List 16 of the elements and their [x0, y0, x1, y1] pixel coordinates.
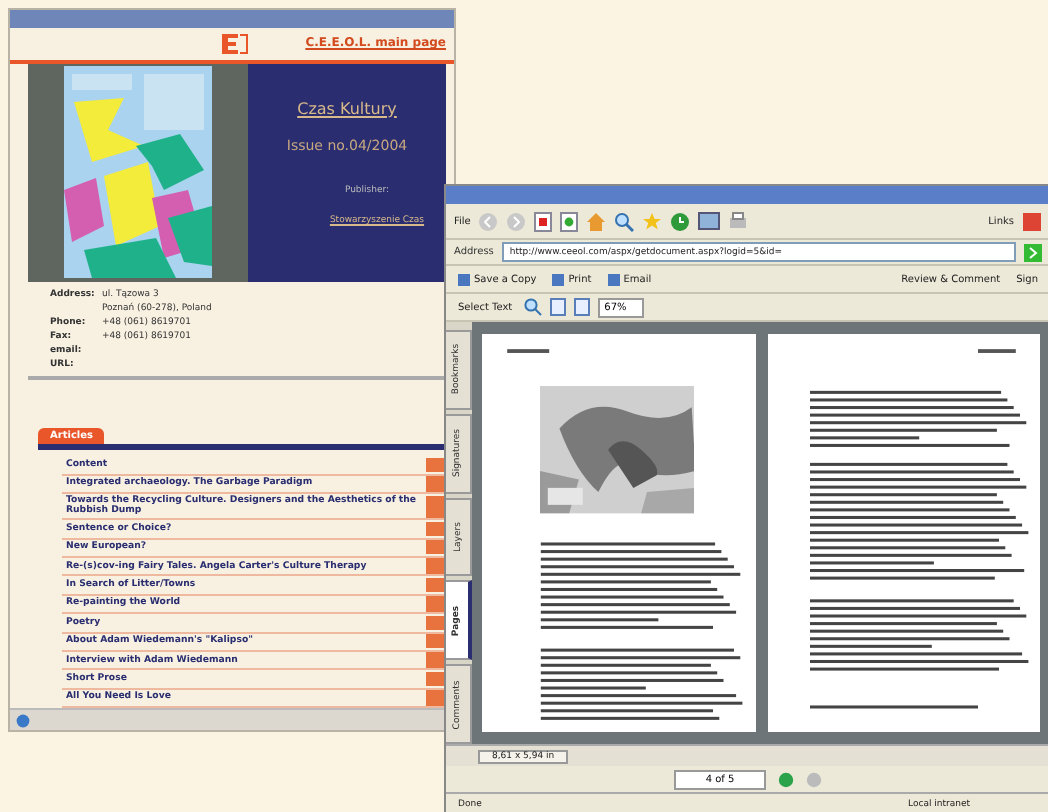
- stop-icon[interactable]: [534, 211, 553, 231]
- history-icon[interactable]: [670, 211, 691, 231]
- go-icon[interactable]: [1024, 243, 1042, 261]
- article-button[interactable]: [426, 495, 446, 518]
- logo-icon: [218, 31, 250, 56]
- print-icon[interactable]: [728, 211, 749, 231]
- home-icon[interactable]: [586, 211, 607, 231]
- forward-icon[interactable]: [506, 211, 527, 231]
- search-icon[interactable]: [614, 211, 635, 231]
- magazine-title: Czas Kultury: [297, 99, 397, 118]
- next-icon[interactable]: [778, 771, 794, 787]
- globe-icon: [16, 713, 30, 728]
- zoom-icon[interactable]: [524, 298, 543, 316]
- back-icon[interactable]: [478, 211, 499, 231]
- previous-icon[interactable]: [806, 771, 822, 787]
- star-icon[interactable]: [642, 211, 663, 231]
